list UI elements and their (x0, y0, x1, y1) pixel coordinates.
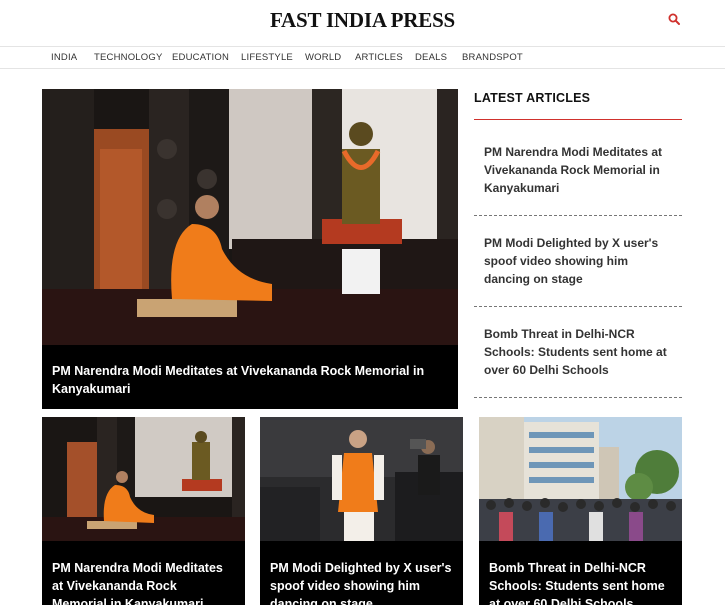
nav-item-articles[interactable]: ARTICLES (355, 52, 403, 63)
nav-item-lifestyle[interactable]: LIFESTYLE (241, 52, 293, 63)
nav-item-education[interactable]: EDUCATION (172, 52, 229, 63)
search-icon[interactable] (667, 12, 683, 28)
article-card-image[interactable] (479, 417, 682, 541)
article-card-title[interactable]: Bomb Threat in Delhi-NCR Schools: Studen… (489, 559, 672, 605)
article-card[interactable]: PM Modi Delighted by X user's spoof vide… (260, 417, 463, 605)
article-card[interactable]: Bomb Threat in Delhi-NCR Schools: Studen… (479, 417, 682, 605)
article-card-title[interactable]: PM Modi Delighted by X user's spoof vide… (270, 559, 453, 605)
sidebar-heading: LATEST ARTICLES (474, 89, 682, 120)
latest-articles-sidebar: LATEST ARTICLES PM Narendra Modi Meditat… (474, 89, 682, 398)
latest-article-item[interactable]: Bomb Threat in Delhi-NCR Schools: Studen… (474, 325, 682, 398)
hero-title[interactable]: PM Narendra Modi Meditates at Vivekanand… (52, 362, 448, 398)
article-card-caption: PM Narendra Modi Meditates at Vivekanand… (42, 541, 245, 605)
nav-item-world[interactable]: WORLD (305, 52, 341, 63)
latest-article-title[interactable]: PM Modi Delighted by X user's spoof vide… (484, 234, 672, 288)
article-card-caption: PM Modi Delighted by X user's spoof vide… (260, 541, 463, 605)
site-header: FAST INDIA PRESS (0, 0, 725, 47)
nav-item-brandspot[interactable]: BRANDSPOT (462, 52, 523, 63)
latest-article-title[interactable]: Bomb Threat in Delhi-NCR Schools: Studen… (484, 325, 672, 379)
latest-article-item[interactable]: PM Narendra Modi Meditates at Vivekanand… (474, 143, 682, 216)
latest-article-item[interactable]: PM Modi Delighted by X user's spoof vide… (474, 234, 682, 307)
article-card[interactable]: PM Narendra Modi Meditates at Vivekanand… (42, 417, 245, 605)
latest-article-title[interactable]: PM Narendra Modi Meditates at Vivekanand… (484, 143, 672, 197)
hero-caption: PM Narendra Modi Meditates at Vivekanand… (42, 345, 458, 409)
article-card-image[interactable] (260, 417, 463, 541)
nav-item-technology[interactable]: TECHNOLOGY (94, 52, 163, 63)
nav-item-india[interactable]: INDIA (51, 52, 77, 63)
nav-item-deals[interactable]: DEALS (415, 52, 447, 63)
main-nav: INDIA TECHNOLOGY EDUCATION LIFESTYLE WOR… (0, 47, 725, 69)
hero-image[interactable] (42, 89, 458, 345)
article-card-caption: Bomb Threat in Delhi-NCR Schools: Studen… (479, 541, 682, 605)
article-card-image[interactable] (42, 417, 245, 541)
hero-article[interactable]: PM Narendra Modi Meditates at Vivekanand… (42, 89, 458, 409)
article-card-title[interactable]: PM Narendra Modi Meditates at Vivekanand… (52, 559, 235, 605)
site-logo[interactable]: FAST INDIA PRESS (0, 8, 725, 33)
